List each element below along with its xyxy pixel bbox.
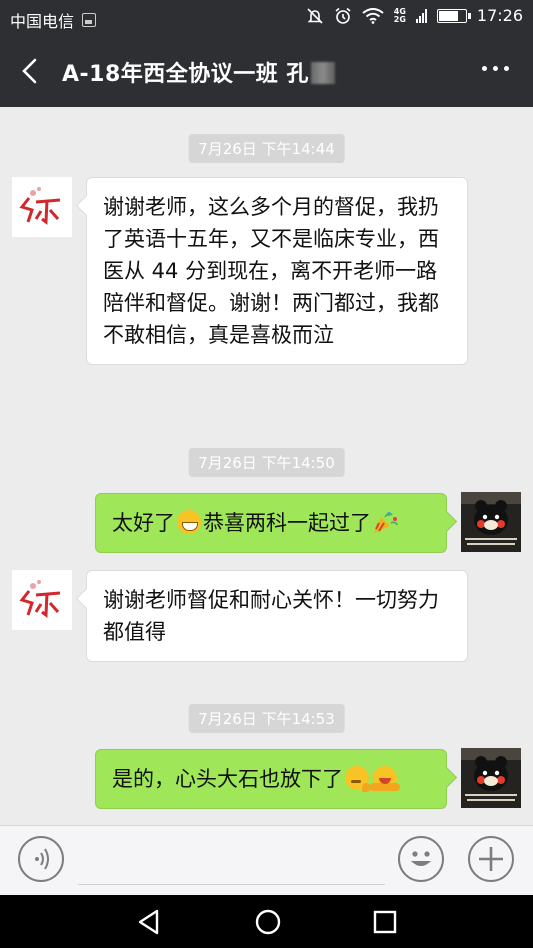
contact-avatar[interactable] (12, 177, 72, 237)
hugging-emoji (370, 766, 400, 791)
outgoing-message[interactable]: 是的，心头大石也放下了 (95, 749, 447, 809)
nav-recents-icon[interactable] (372, 909, 398, 935)
contact-avatar[interactable] (12, 570, 72, 630)
incoming-message[interactable]: 谢谢老师督促和耐心关怀！一切努力都值得 (86, 570, 468, 662)
blurred-name (310, 62, 335, 84)
nav-home-icon[interactable] (253, 907, 283, 937)
battery-fill (438, 10, 459, 21)
party-popper-emoji (374, 512, 398, 533)
grin-emoji (177, 510, 201, 534)
battery-icon (436, 8, 471, 23)
chat-title: A-18年西全协议一班 孔 (62, 56, 335, 88)
timestamp: 7月26日 下午14:53 (188, 704, 345, 733)
nav-back-icon[interactable] (135, 908, 163, 936)
more-icon[interactable] (482, 66, 509, 71)
navigation-bar (0, 895, 533, 948)
input-bar (0, 825, 533, 896)
incoming-message[interactable]: 谢谢老师，这么多个月的督促，我扔了英语十五年，又不是临床专业，西医从 44 分到… (86, 177, 468, 365)
message-input[interactable] (78, 884, 385, 885)
status-bar: 中国电信 4G 2G 17:26 (0, 0, 533, 36)
alarm-icon (335, 7, 351, 24)
back-arrow-icon[interactable] (16, 54, 46, 88)
timestamp: 7月26日 下午14:44 (188, 134, 345, 163)
signal-icon (415, 8, 427, 23)
timestamp: 7月26日 下午14:50 (188, 448, 345, 477)
thinking-emoji (345, 766, 371, 792)
mute-icon (307, 7, 323, 24)
plus-icon[interactable] (468, 836, 514, 882)
network-type: 4G 2G (393, 6, 406, 24)
image-notification-icon (82, 13, 97, 27)
carrier-name: 中国电信 (10, 12, 75, 31)
clock: 17:26 (476, 6, 523, 25)
chat-header: A-18年西全协议一班 孔 (0, 36, 533, 107)
user-avatar[interactable] (461, 492, 521, 552)
emoji-icon[interactable] (398, 836, 444, 882)
wifi-icon (362, 7, 384, 24)
user-avatar[interactable] (461, 748, 521, 808)
outgoing-message[interactable]: 太好了 恭喜两科一起过了 (95, 493, 447, 553)
voice-icon[interactable] (18, 836, 64, 882)
chat-area[interactable]: 7月26日 下午14:44 谢谢老师，这么多个月的督促，我扔了英语十五年，又不是… (0, 107, 533, 825)
